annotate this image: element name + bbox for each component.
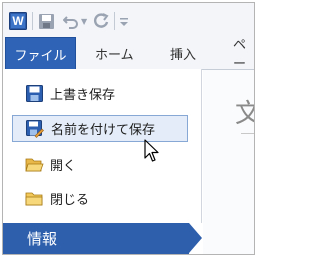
document-preview-char: 文 xyxy=(235,93,254,130)
mouse-cursor-icon xyxy=(144,139,159,167)
menu-item-info[interactable]: 情報 xyxy=(3,223,189,254)
quick-access-toolbar: W ▼ xyxy=(3,3,254,37)
menu-item-save[interactable]: 上書き保存 xyxy=(12,80,188,107)
tab-insert[interactable]: 挿入 xyxy=(170,37,196,69)
ribbon-tabs: ファイル ホーム 挿入 ペー xyxy=(3,37,254,72)
open-folder-icon xyxy=(24,155,44,175)
menu-item-save-as[interactable]: 名前を付けて保存 xyxy=(12,115,188,142)
undo-dropdown-icon[interactable]: ▼ xyxy=(81,12,87,30)
backstage-menu: 上書き保存 名前を付けて保存 開く 閉じる 情報 xyxy=(3,69,202,254)
undo-icon[interactable] xyxy=(63,12,79,30)
menu-item-open-label: 開く xyxy=(50,159,77,174)
menu-item-close-label: 閉じる xyxy=(50,193,90,208)
tab-file[interactable]: ファイル xyxy=(5,37,76,70)
save-as-icon xyxy=(25,119,45,139)
tab-home[interactable]: ホーム xyxy=(95,37,134,69)
menu-item-save-label: 上書き保存 xyxy=(50,88,116,103)
tab-page-layout[interactable]: ペー xyxy=(233,37,254,72)
qat-separator xyxy=(32,12,33,30)
word-icon-letter: W xyxy=(12,14,24,28)
word-icon[interactable]: W xyxy=(9,12,27,30)
menu-item-open[interactable]: 開く xyxy=(12,151,188,178)
save-icon[interactable] xyxy=(38,12,55,30)
menu-item-close[interactable]: 閉じる xyxy=(12,185,188,212)
save-icon xyxy=(24,84,44,104)
qat-separator xyxy=(114,12,115,30)
close-folder-icon xyxy=(24,189,44,209)
document-divider xyxy=(241,133,254,134)
word-window: W ▼ ファイル ホーム 挿入 ペー 上書き保存 名前を付けて保存 開く 閉じる… xyxy=(2,2,255,255)
customize-icon[interactable] xyxy=(119,12,129,30)
redo-icon[interactable] xyxy=(93,12,109,30)
info-selected-arrow xyxy=(189,223,202,253)
menu-item-save-as-label: 名前を付けて保存 xyxy=(51,123,156,138)
